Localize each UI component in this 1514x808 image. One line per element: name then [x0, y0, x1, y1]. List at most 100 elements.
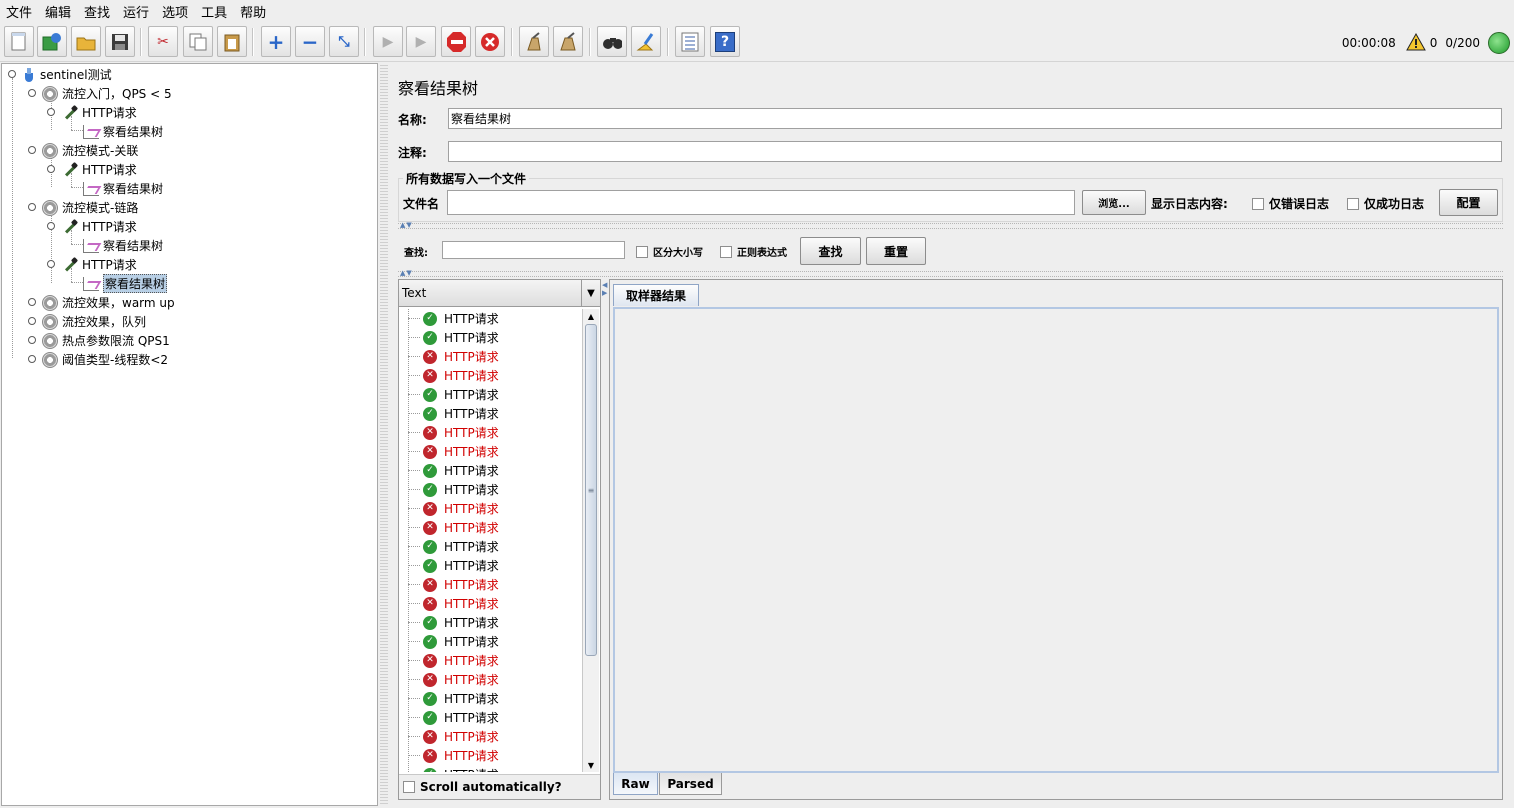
vertical-scrollbar[interactable]: ▲ ≡ ▼ — [582, 309, 599, 772]
tree-view-results[interactable]: 察看结果树 — [83, 179, 163, 198]
case-sensitive-checkbox[interactable]: 区分大小写 — [636, 244, 703, 259]
sample-row[interactable]: ✕ HTTP请求 — [399, 442, 582, 461]
sample-row[interactable]: ✕ HTTP请求 — [399, 575, 582, 594]
sample-row[interactable]: ✕ HTTP请求 — [399, 518, 582, 537]
tree-thread-group[interactable]: 流控模式-关联 — [42, 141, 138, 160]
scrollbar-thumb[interactable]: ≡ — [585, 324, 597, 656]
start-button[interactable]: ▶ — [373, 26, 403, 57]
sample-row[interactable]: ✕ HTTP请求 — [399, 651, 582, 670]
collapse-all-button[interactable]: − — [295, 26, 325, 57]
sample-row[interactable]: ✓ HTTP请求 — [399, 328, 582, 347]
split-arrow-icon[interactable]: ◀ ▶ — [602, 281, 607, 297]
help-button[interactable]: ? — [710, 26, 740, 57]
copy-button[interactable] — [183, 26, 213, 57]
sample-row[interactable]: ✕ HTTP请求 — [399, 727, 582, 746]
result-content-area[interactable] — [613, 307, 1499, 773]
stop-button[interactable] — [441, 26, 471, 57]
sample-row[interactable]: ✕ HTTP请求 — [399, 746, 582, 765]
tree-thread-group[interactable]: 流控入门，QPS < 5 — [42, 84, 172, 103]
tab-parsed[interactable]: Parsed — [659, 773, 722, 795]
filename-field[interactable] — [447, 190, 1075, 215]
tree-http-sampler[interactable]: HTTP请求 — [62, 103, 137, 122]
save-button[interactable] — [105, 26, 135, 57]
shutdown-button[interactable] — [475, 26, 505, 57]
tree-thread-group[interactable]: 流控效果，warm up — [42, 293, 175, 312]
reset-search-button[interactable] — [631, 26, 661, 57]
menu-file[interactable]: 文件 — [6, 2, 32, 21]
tree-http-sampler[interactable]: HTTP请求 — [62, 217, 137, 236]
paste-button[interactable] — [217, 26, 247, 57]
start-no-pause-button[interactable]: ▶ — [406, 26, 436, 57]
tree-view-results[interactable]: 察看结果树 — [83, 122, 163, 141]
checkbox-box[interactable] — [1347, 197, 1359, 210]
checkbox-box[interactable] — [1252, 197, 1264, 210]
checkbox-box[interactable] — [720, 245, 732, 258]
sample-row[interactable]: ✓ HTTP请求 — [399, 765, 582, 772]
sample-row[interactable]: ✓ HTTP请求 — [399, 689, 582, 708]
name-field[interactable] — [448, 108, 1502, 129]
comment-field[interactable] — [448, 141, 1502, 162]
tab-raw[interactable]: Raw — [613, 773, 658, 795]
vertical-splitter[interactable]: ◀ ▶ — [602, 279, 609, 800]
new-button[interactable] — [4, 26, 34, 57]
tree-view-results-selected[interactable]: 察看结果树 — [83, 274, 168, 293]
regex-checkbox[interactable]: 正则表达式 — [720, 244, 787, 259]
menu-tools[interactable]: 工具 — [201, 2, 227, 21]
errors-only-checkbox[interactable]: 仅错误日志 — [1252, 195, 1329, 212]
sample-row[interactable]: ✓ HTTP请求 — [399, 708, 582, 727]
horizontal-splitter[interactable]: ▲▼ — [398, 269, 1503, 277]
success-only-checkbox[interactable]: 仅成功日志 — [1347, 195, 1424, 212]
sample-row[interactable]: ✕ HTTP请求 — [399, 423, 582, 442]
warning-icon[interactable] — [1405, 32, 1426, 54]
tab-sampler-result[interactable]: 取样器结果 — [613, 284, 699, 306]
function-helper-button[interactable] — [675, 26, 705, 57]
sample-row[interactable]: ✕ HTTP请求 — [399, 499, 582, 518]
sample-row[interactable]: ✓ HTTP请求 — [399, 613, 582, 632]
browse-button[interactable]: 浏览... — [1082, 190, 1146, 215]
tree-thread-group[interactable]: 热点参数限流 QPS1 — [42, 331, 170, 350]
sample-row[interactable]: ✕ HTTP请求 — [399, 347, 582, 366]
search-button[interactable] — [597, 26, 627, 57]
find-button[interactable]: 查找 — [800, 237, 861, 265]
reset-button[interactable]: 重置 — [866, 237, 926, 265]
checkbox-box[interactable] — [403, 781, 415, 793]
split-pane-divider[interactable] — [380, 63, 388, 806]
search-input[interactable] — [442, 241, 625, 259]
scroll-automatically-checkbox[interactable]: Scroll automatically? — [399, 774, 600, 799]
sample-row[interactable]: ✓ HTTP请求 — [399, 632, 582, 651]
menu-edit[interactable]: 编辑 — [45, 2, 71, 21]
tree-thread-group[interactable]: 流控模式-链路 — [42, 198, 138, 217]
scroll-down-icon[interactable]: ▼ — [583, 758, 599, 772]
menu-search[interactable]: 查找 — [84, 2, 110, 21]
toggle-button[interactable]: ⤡ — [329, 26, 359, 57]
sample-row[interactable]: ✓ HTTP请求 — [399, 480, 582, 499]
clear-all-button[interactable] — [553, 26, 583, 57]
tree-thread-group[interactable]: 阈值类型-线程数<2 — [42, 350, 168, 369]
sample-row[interactable]: ✓ HTTP请求 — [399, 385, 582, 404]
menu-help[interactable]: 帮助 — [240, 2, 266, 21]
sample-row[interactable]: ✓ HTTP请求 — [399, 556, 582, 575]
sample-row[interactable]: ✓ HTTP请求 — [399, 461, 582, 480]
open-button[interactable] — [71, 26, 101, 57]
sample-row[interactable]: ✕ HTTP请求 — [399, 670, 582, 689]
tree-root[interactable]: sentinel测试 — [22, 65, 112, 84]
menu-options[interactable]: 选项 — [162, 2, 188, 21]
clear-button[interactable] — [519, 26, 549, 57]
sample-row[interactable]: ✓ HTTP请求 — [399, 537, 582, 556]
checkbox-box[interactable] — [636, 245, 648, 258]
horizontal-splitter[interactable]: ▲▼ — [398, 221, 1503, 229]
sample-row[interactable]: ✓ HTTP请求 — [399, 309, 582, 328]
scroll-up-icon[interactable]: ▲ — [583, 309, 599, 323]
tree-thread-group[interactable]: 流控效果，队列 — [42, 312, 146, 331]
configure-button[interactable]: 配置 — [1439, 189, 1498, 216]
renderer-select[interactable]: Text ▼ — [399, 280, 600, 307]
tree-http-sampler[interactable]: HTTP请求 — [62, 255, 137, 274]
tree-view-results[interactable]: 察看结果树 — [83, 236, 163, 255]
menu-run[interactable]: 运行 — [123, 2, 149, 21]
sample-row[interactable]: ✓ HTTP请求 — [399, 404, 582, 423]
tree-http-sampler[interactable]: HTTP请求 — [62, 160, 137, 179]
expand-all-button[interactable]: + — [261, 26, 291, 57]
chevron-down-icon[interactable]: ▼ — [581, 280, 600, 306]
sample-row[interactable]: ✕ HTTP请求 — [399, 366, 582, 385]
sample-row[interactable]: ✕ HTTP请求 — [399, 594, 582, 613]
